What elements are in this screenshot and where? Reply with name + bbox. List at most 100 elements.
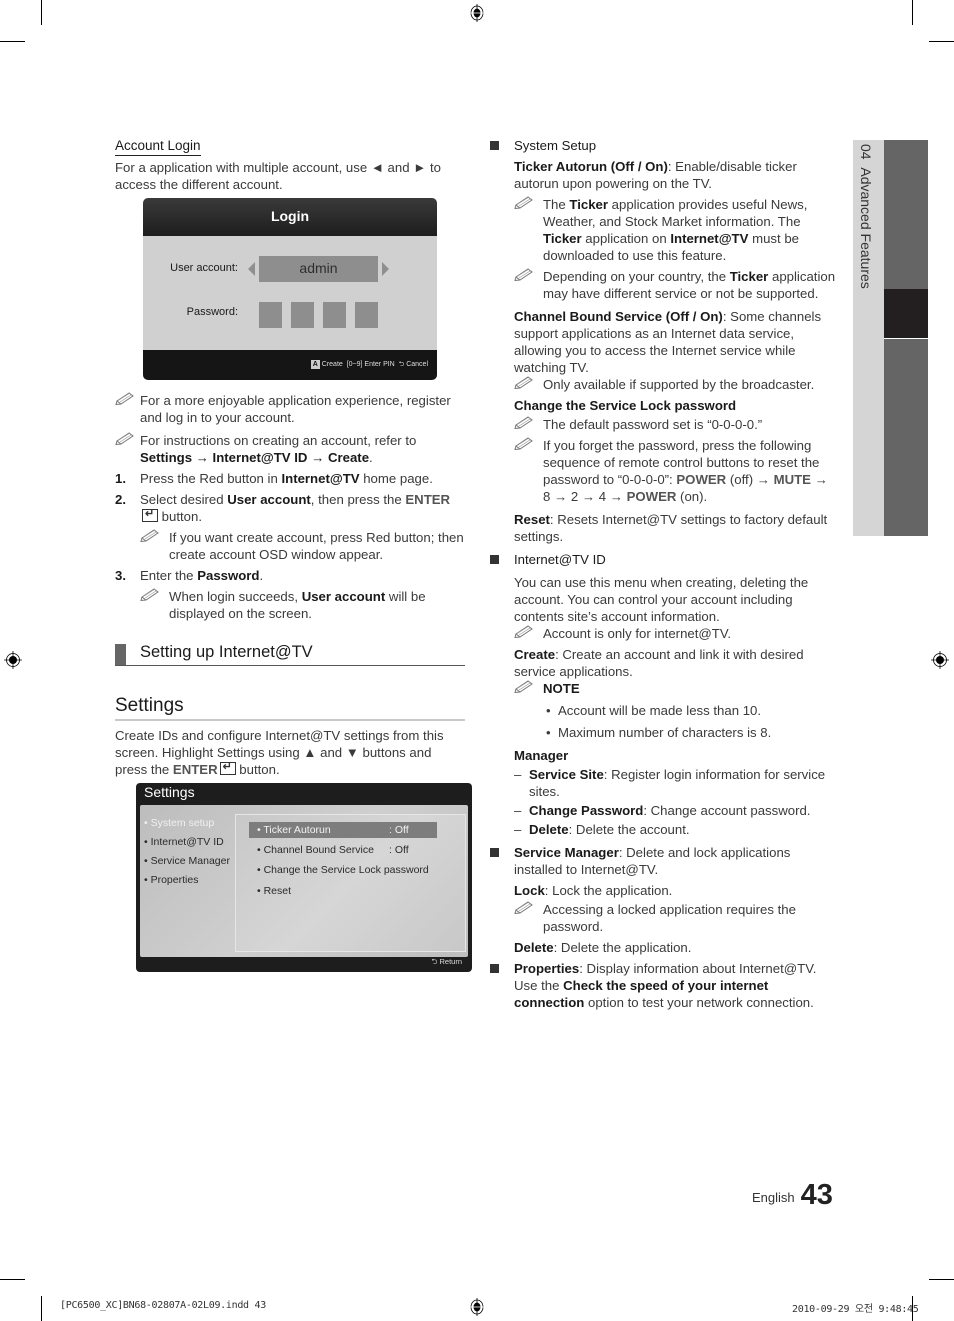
note-bullet: • Maximum number of characters is 8. [514, 724, 838, 741]
note: NOTE [514, 680, 838, 697]
dash-icon: – [514, 767, 522, 782]
crop-mark [0, 1279, 25, 1280]
step-text: . [259, 568, 264, 583]
option-label: • Channel Bound Service [257, 844, 374, 856]
user-account-label: User account: [170, 262, 238, 274]
pin-digit-1[interactable] [259, 302, 282, 328]
step-number: 2. [115, 492, 126, 507]
note: For instructions on creating an account,… [115, 432, 465, 466]
settings-osd-title: Settings [144, 784, 195, 800]
pin-digit-3[interactable] [323, 302, 346, 328]
section-heading: Setting up Internet@TV [115, 643, 465, 666]
step-text: Select desired [140, 492, 228, 507]
step-2: 2. Select desired User account, then pre… [115, 491, 465, 563]
crop-mark [912, 0, 913, 25]
option-change-lock-password[interactable]: • Change the Service Lock password [249, 862, 472, 878]
note: Account is only for internet@TV. [514, 625, 838, 642]
text: Only available if supported by the broad… [543, 377, 815, 392]
pencil-note-icon [140, 528, 160, 542]
pencil-note-icon [115, 391, 135, 405]
note: Only available if supported by the broad… [514, 376, 838, 393]
settings-title: Settings [115, 695, 465, 721]
cbs-paragraph: Channel Bound Service (Off / On): Some c… [514, 308, 838, 376]
menu-item-properties[interactable]: • Properties [144, 874, 230, 893]
key-label: POWER [626, 489, 677, 504]
a-button-icon: A [310, 359, 320, 369]
print-slug-timestamp: 2010-09-29 오전 9:48:45 [792, 1304, 919, 1315]
step-bold: Password [197, 568, 260, 583]
step-number: 1. [115, 471, 126, 486]
menu-item-internet-tv-id[interactable]: • Internet@TV ID [144, 836, 230, 855]
registration-mark-icon [468, 4, 486, 22]
pencil-note-icon [514, 195, 534, 209]
option-reset[interactable]: • Reset [249, 883, 445, 899]
crop-mark [0, 41, 25, 42]
text: Account will be made less than 10. [558, 703, 762, 718]
pin-digit-4[interactable] [355, 302, 378, 328]
text: The default password set is “0-0-0-0.” [543, 417, 763, 432]
pencil-note-icon [514, 679, 534, 693]
text: Maximum number of characters is 8. [558, 725, 772, 740]
term: Delete [529, 822, 569, 837]
pencil-note-icon [514, 624, 534, 638]
key-label: POWER [676, 472, 727, 487]
chapter-tab-block [884, 140, 928, 289]
term: Ticker [543, 231, 582, 246]
text: button. [235, 762, 280, 777]
note-text: If you want create account, press Red bu… [169, 530, 464, 562]
page-footer: English 43 [752, 1179, 833, 1212]
text: and [383, 160, 414, 175]
chapter-tab-label: 04 Advanced Features [858, 144, 874, 289]
term: Lock [514, 883, 545, 898]
step-number: 3. [115, 568, 126, 583]
square-bullet-icon [490, 555, 499, 564]
pencil-note-icon [140, 587, 160, 601]
system-setup-section: System Setup [488, 137, 838, 154]
step-text: Enter the [140, 568, 198, 583]
menu-item-service-manager[interactable]: • Service Manager [144, 855, 230, 874]
dash-icon: – [514, 803, 522, 818]
right-arrow-icon[interactable] [382, 262, 389, 276]
manager-item: – Delete: Delete the account. [514, 821, 838, 838]
note-bold: User account [301, 589, 386, 604]
note: The Ticker application provides useful N… [514, 196, 838, 264]
pin-digit-2[interactable] [291, 302, 314, 328]
left-arrow-icon: ◄ [370, 160, 384, 175]
crop-mark [929, 1279, 954, 1280]
term: Create [514, 647, 556, 662]
pencil-note-icon [514, 415, 534, 429]
text: : Delete the account. [568, 822, 690, 837]
settings-menu: • System setup • Internet@TV ID • Servic… [144, 817, 230, 893]
pencil-note-icon [514, 900, 534, 914]
settings-osd-body: • System setup • Internet@TV ID • Servic… [140, 805, 468, 957]
note: Accessing a locked application requires … [514, 901, 838, 935]
login-footer: A Create [0~9] Enter PIN ⮌ Cancel [143, 350, 437, 380]
return-icon: ⮌ [431, 957, 438, 966]
return-hint: Return [439, 957, 462, 966]
delete-paragraph: Delete: Delete the application. [514, 939, 838, 956]
enter-key-label: ENTER [172, 762, 218, 777]
left-arrow-icon[interactable] [248, 262, 255, 276]
reset-paragraph: Reset: Resets Internet@TV settings to fa… [514, 511, 838, 545]
cancel-hint: Cancel [406, 361, 428, 368]
right-column: System Setup Ticker Autorun (Off / On): … [488, 137, 838, 1011]
text: : Resets Internet@TV settings to factory… [514, 512, 828, 544]
step-text: Press the Red button in [140, 471, 282, 486]
option-channel-bound-service[interactable]: • Channel Bound Service : Off [249, 842, 445, 858]
section-title: Internet@TV ID [514, 552, 606, 567]
step-text: home page. [359, 471, 433, 486]
login-notes: For a more enjoyable application experie… [115, 388, 465, 622]
menu-item-system-setup[interactable]: • System setup [144, 817, 230, 836]
note-bullet: • Account will be made less than 10. [514, 702, 838, 719]
manager-item: – Change Password: Change account passwor… [514, 802, 838, 819]
option-value: : Off [389, 844, 409, 856]
password-label: Password: [186, 306, 238, 318]
option-ticker-autorun[interactable]: • Ticker Autorun: Off [249, 822, 437, 838]
note: When login succeeds, User account will b… [115, 588, 465, 622]
ticker-paragraph: Ticker Autorun (Off / On): Enable/disabl… [514, 158, 838, 192]
user-account-select[interactable]: admin [259, 256, 378, 282]
crop-mark [41, 0, 42, 25]
crop-mark [929, 41, 954, 42]
service-manager-body: Lock: Lock the application. Accessing a … [488, 882, 838, 956]
term: Manager [514, 748, 569, 763]
